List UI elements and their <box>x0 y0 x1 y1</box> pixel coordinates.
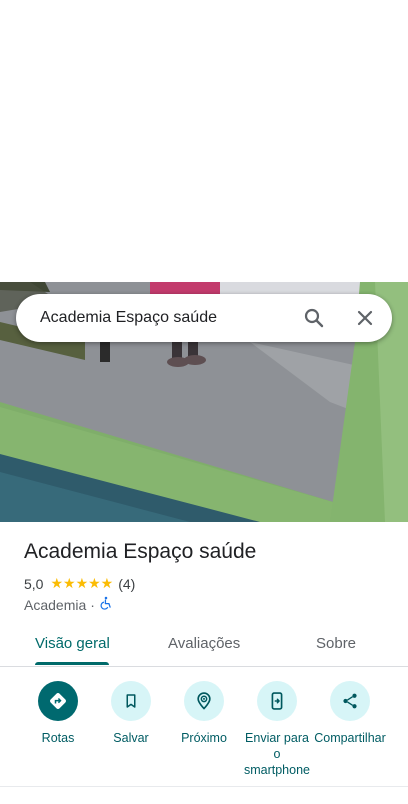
send-to-phone-icon <box>257 681 297 721</box>
rating-value: 5,0 <box>24 576 44 592</box>
wheelchair-icon <box>99 596 113 613</box>
nearby-label: Próximo <box>181 731 227 745</box>
tab-sobre[interactable]: Sobre <box>316 635 356 652</box>
review-count[interactable]: (4) <box>118 576 135 592</box>
nearby-icon <box>184 681 224 721</box>
share-button[interactable]: Compartilhar <box>313 681 387 746</box>
send-to-phone-label: Enviar para o smartphone <box>243 731 310 777</box>
search-icon[interactable] <box>302 306 326 330</box>
map-blank-area <box>0 0 408 282</box>
place-title: Academia Espaço saúde <box>24 540 257 563</box>
rating-row[interactable]: 5,0 ★★★★★ (4) <box>24 575 135 593</box>
bookmark-icon <box>111 681 151 721</box>
share-label: Compartilhar <box>314 731 386 745</box>
directions-button[interactable]: Rotas <box>21 681 95 746</box>
send-to-phone-button[interactable]: Enviar para o smartphone <box>240 681 314 778</box>
divider <box>0 786 408 787</box>
place-tabs: Visão geral Avaliações Sobre <box>0 620 408 667</box>
tab-avaliacoes[interactable]: Avaliações <box>168 635 240 652</box>
save-button[interactable]: Salvar <box>94 681 168 746</box>
directions-icon <box>38 681 78 721</box>
tab-visao-geral[interactable]: Visão geral <box>35 635 110 652</box>
search-bar[interactable]: Academia Espaço saúde <box>16 294 392 342</box>
directions-label: Rotas <box>41 731 75 745</box>
place-category: Academia <box>24 596 87 613</box>
search-input[interactable]: Academia Espaço saúde <box>40 309 217 327</box>
separator-dot: · <box>90 596 95 613</box>
close-icon[interactable] <box>353 306 377 330</box>
star-rating-icon: ★★★★★ <box>50 576 114 592</box>
category-row: Academia · <box>24 596 113 613</box>
share-icon <box>330 681 370 721</box>
save-label: Salvar <box>113 731 149 745</box>
active-tab-indicator <box>35 662 109 665</box>
nearby-button[interactable]: Próximo <box>167 681 241 746</box>
